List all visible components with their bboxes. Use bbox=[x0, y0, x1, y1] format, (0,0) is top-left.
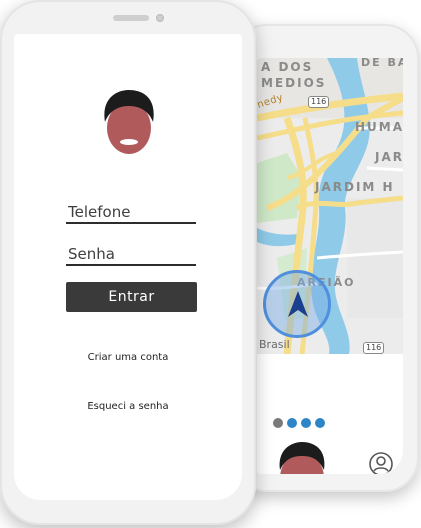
phone-field bbox=[66, 202, 198, 224]
password-field bbox=[66, 244, 198, 266]
forgot-password-link[interactable]: Esqueci a senha bbox=[14, 401, 242, 412]
map-screen: A DOS MEDIOS DE BA nedy HUMA JAR JARDIM … bbox=[257, 58, 403, 474]
phone-speaker bbox=[113, 15, 149, 21]
login-screen: Entrar Criar uma conta Esqueci a senha bbox=[14, 34, 242, 500]
map-label-neighborhood: HUMA bbox=[355, 120, 403, 134]
phone-camera bbox=[156, 14, 164, 22]
map-label-neighborhood: A DOS bbox=[261, 60, 314, 74]
page-dot[interactable] bbox=[273, 418, 283, 428]
current-location-marker[interactable] bbox=[263, 270, 331, 338]
create-account-link[interactable]: Criar uma conta bbox=[14, 352, 242, 363]
password-input[interactable] bbox=[66, 244, 198, 264]
page-indicator bbox=[273, 418, 325, 428]
login-phone: Entrar Criar uma conta Esqueci a senha bbox=[0, 0, 256, 525]
map-label-neighborhood: JAR bbox=[375, 150, 403, 164]
map-phone: A DOS MEDIOS DE BA nedy HUMA JAR JARDIM … bbox=[233, 24, 419, 492]
route-shield: 116 bbox=[308, 96, 330, 108]
phone-input[interactable] bbox=[66, 202, 198, 222]
page-dot[interactable] bbox=[287, 418, 297, 428]
page-dot[interactable] bbox=[301, 418, 311, 428]
page-dot[interactable] bbox=[315, 418, 325, 428]
map-label-neighborhood: MEDIOS bbox=[261, 76, 327, 90]
route-shield: 116 bbox=[363, 342, 385, 354]
map-label-neighborhood: DE BA bbox=[361, 58, 403, 69]
avatar bbox=[104, 90, 154, 154]
map-view[interactable]: A DOS MEDIOS DE BA nedy HUMA JAR JARDIM … bbox=[257, 58, 403, 354]
enter-button[interactable]: Entrar bbox=[66, 282, 197, 312]
navigation-arrow-icon bbox=[288, 291, 308, 317]
map-label-road: Brasil bbox=[259, 338, 290, 351]
map-label-neighborhood: JARDIM H bbox=[315, 180, 395, 194]
avatar bbox=[279, 442, 325, 474]
profile-icon[interactable] bbox=[369, 452, 393, 474]
